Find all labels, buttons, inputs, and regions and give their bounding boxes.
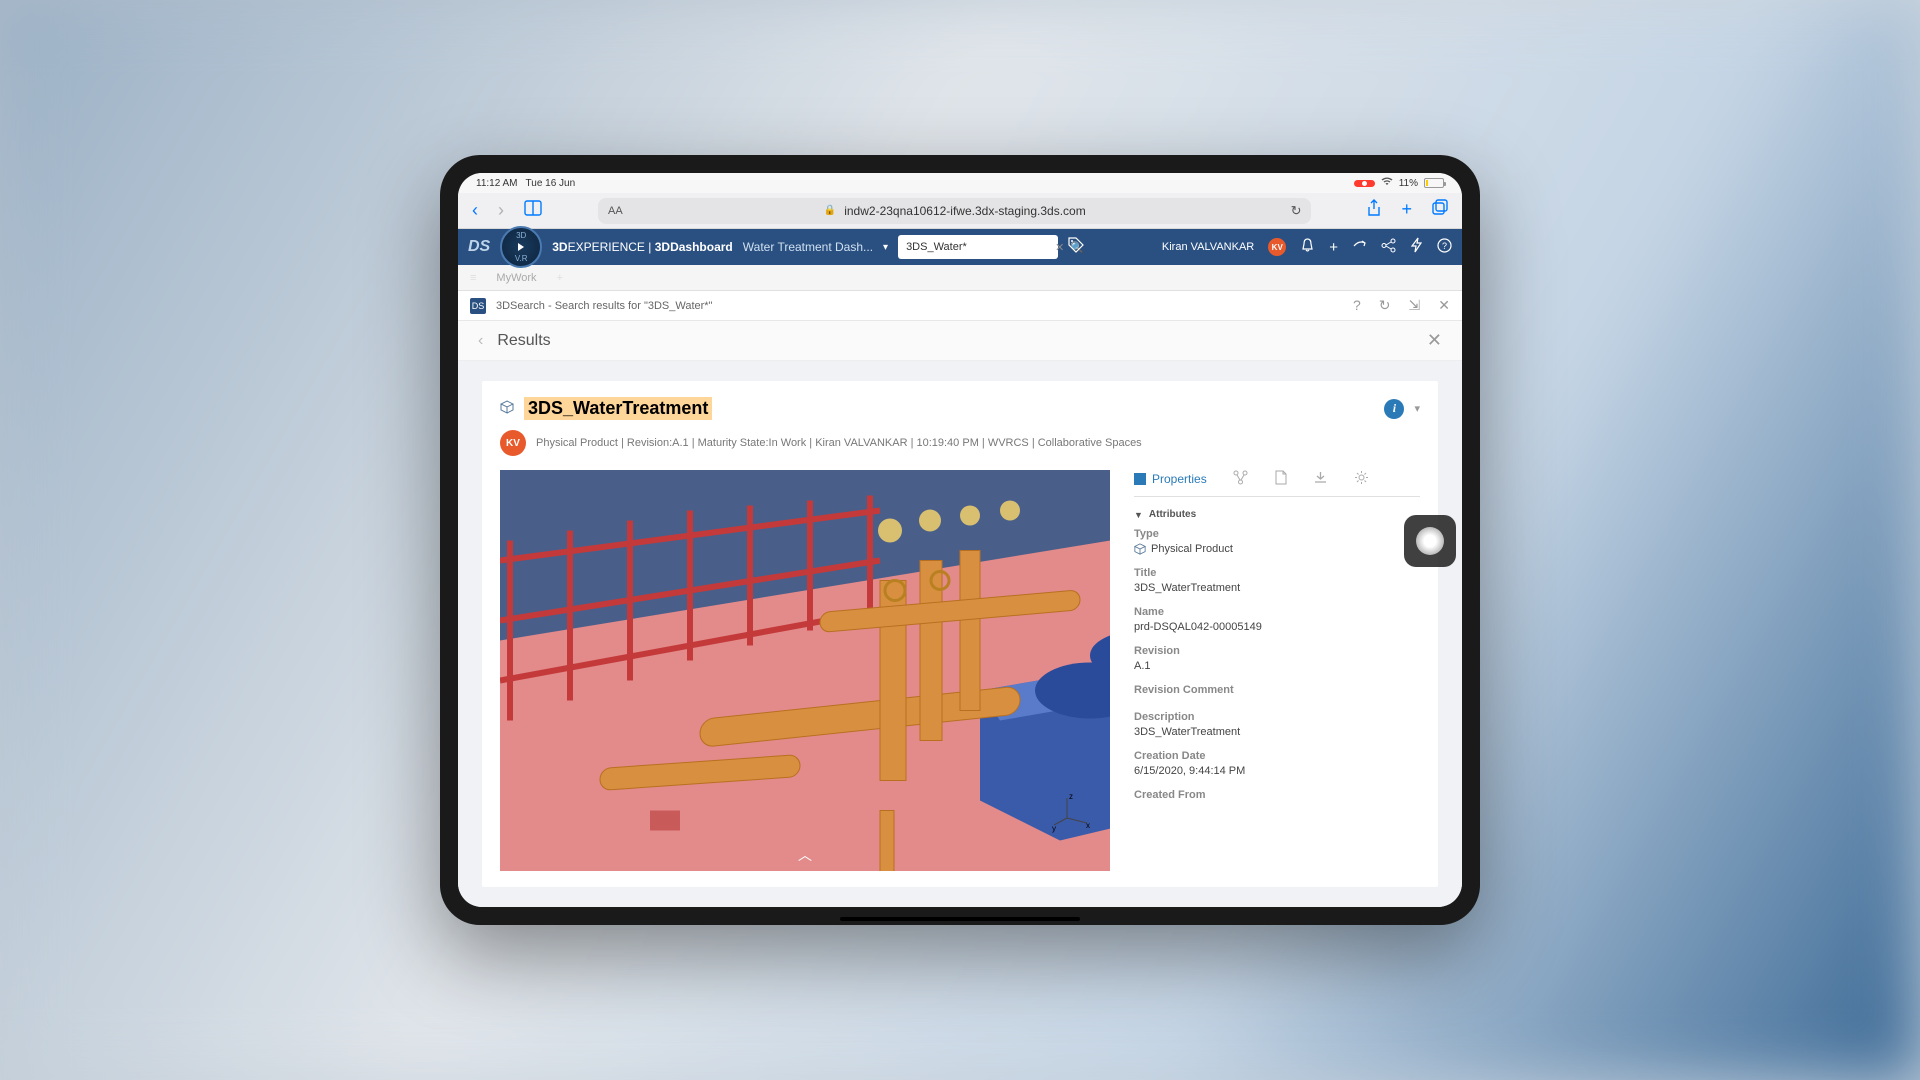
attr-cdate-label: Creation Date [1134, 750, 1420, 762]
lightning-icon[interactable] [1410, 237, 1423, 257]
results-close-icon[interactable]: ✕ [1427, 330, 1442, 351]
card-metadata: Physical Product | Revision:A.1 | Maturi… [536, 437, 1142, 449]
safari-toolbar: ‹ › AA 🔒 indw2-23qna10612-ifwe.3dx-stagi… [458, 193, 1462, 229]
brand-text: 3DEXPERIENCE | 3DDashboard [552, 240, 733, 254]
share-icon[interactable] [1367, 199, 1381, 222]
mywork-tab[interactable]: MyWork [496, 272, 536, 284]
axis-indicator: z x y [1052, 793, 1092, 835]
bookmarks-icon[interactable] [524, 200, 542, 221]
search-input[interactable] [902, 241, 1052, 253]
attr-revcomment-label: Revision Comment [1134, 684, 1420, 696]
tablet-frame: 11:12 AM Tue 16 Jun 11% ‹ › [440, 155, 1480, 925]
ds-logo-icon[interactable]: DS [468, 238, 490, 256]
refresh-panel-icon[interactable]: ↻ [1379, 297, 1391, 314]
tab-document-icon[interactable] [1274, 470, 1287, 488]
sec-item[interactable]: ≡ [470, 272, 476, 284]
properties-panel: Properties [1134, 470, 1420, 871]
search-results-header: DS 3DSearch - Search results for "3DS_Wa… [458, 291, 1462, 321]
help-icon[interactable]: ? [1437, 238, 1452, 257]
attr-revision-label: Revision [1134, 645, 1420, 657]
app-top-bar: DS 3DV.R 3DEXPERIENCE | 3DDashboard Wate… [458, 229, 1462, 265]
help-panel-icon[interactable]: ? [1353, 297, 1361, 314]
svg-text:?: ? [1442, 241, 1447, 251]
svg-text:x: x [1086, 821, 1090, 830]
attr-desc-value: 3DS_WaterTreatment [1134, 726, 1420, 738]
assistive-touch-button[interactable] [1404, 515, 1456, 567]
attr-name-label: Name [1134, 606, 1420, 618]
tab-settings-icon[interactable] [1354, 470, 1369, 488]
main-content: 3DS_WaterTreatment i ▾ KV Physical Produ… [458, 361, 1462, 907]
lock-icon: 🔒 [824, 205, 836, 216]
search-box[interactable]: ✕ 🔍 [898, 235, 1058, 259]
share-app-icon[interactable] [1352, 238, 1367, 257]
screen: 11:12 AM Tue 16 Jun 11% ‹ › [458, 173, 1462, 907]
search-header-title: 3DSearch - Search results for "3DS_Water… [496, 300, 712, 312]
secondary-bar: ≡ MyWork + [458, 265, 1462, 291]
search-app-icon: DS [470, 298, 486, 314]
ios-time: 11:12 AM [476, 178, 518, 189]
ios-date: Tue 16 Jun [526, 178, 576, 189]
svg-text:y: y [1052, 824, 1056, 833]
attr-title-label: Title [1134, 567, 1420, 579]
viewer-expand-icon[interactable]: ︿ [798, 845, 812, 865]
results-toolbar: ‹ Results ✕ [458, 321, 1462, 361]
attr-revision-value: A.1 [1134, 660, 1420, 672]
url-text: indw2-23qna10612-ifwe.3dx-staging.3ds.co… [844, 204, 1085, 218]
recording-indicator[interactable] [1354, 180, 1375, 187]
svg-text:z: z [1069, 793, 1073, 801]
user-avatar[interactable]: KV [1268, 238, 1286, 256]
notification-icon[interactable] [1300, 238, 1315, 257]
compass-icon[interactable]: 3DV.R [500, 226, 542, 268]
attr-type-label: Type [1134, 528, 1420, 540]
wifi-icon [1381, 177, 1393, 189]
reload-icon[interactable]: ↻ [1291, 203, 1302, 219]
sec-add[interactable]: + [557, 272, 563, 284]
address-bar[interactable]: AA 🔒 indw2-23qna10612-ifwe.3dx-staging.3… [598, 198, 1311, 224]
3d-viewer[interactable]: z x y ︿ [500, 470, 1110, 871]
results-title: Results [497, 332, 550, 350]
tag-icon[interactable] [1068, 237, 1084, 258]
user-name[interactable]: Kiran VALVANKAR [1162, 241, 1254, 253]
attr-name-value: prd-DSQAL042-00005149 [1134, 621, 1420, 633]
properties-grid-icon [1134, 473, 1146, 485]
close-panel-icon[interactable]: ✕ [1438, 297, 1450, 314]
tab-download-icon[interactable] [1313, 470, 1328, 488]
card-title: 3DS_WaterTreatment [524, 397, 712, 420]
back-icon[interactable]: ‹ [472, 200, 478, 221]
card-dropdown-icon[interactable]: ▾ [1414, 402, 1420, 415]
product-cube-icon [500, 400, 514, 417]
info-icon[interactable]: i [1384, 399, 1404, 419]
attr-type-value: Physical Product [1134, 543, 1420, 555]
dashboard-name[interactable]: Water Treatment Dash... [743, 240, 873, 254]
popout-panel-icon[interactable]: ⇲ [1409, 297, 1421, 314]
clear-search-icon[interactable]: ✕ [1052, 241, 1067, 254]
text-size-icon[interactable]: AA [608, 205, 623, 217]
network-share-icon[interactable] [1381, 238, 1396, 257]
dashboard-dropdown-icon[interactable]: ▾ [883, 242, 888, 253]
new-tab-icon[interactable]: + [1401, 199, 1412, 222]
ios-status-bar: 11:12 AM Tue 16 Jun 11% [458, 173, 1462, 193]
tab-properties[interactable]: Properties [1134, 472, 1207, 486]
add-icon[interactable]: + [1329, 239, 1338, 256]
tabs-icon[interactable] [1432, 199, 1448, 222]
owner-avatar: KV [500, 430, 526, 456]
attr-desc-label: Description [1134, 711, 1420, 723]
collapse-arrow-icon: ▼ [1134, 510, 1143, 520]
results-back-icon[interactable]: ‹ [478, 332, 483, 350]
forward-icon[interactable]: › [498, 200, 504, 221]
attr-cfrom-label: Created From [1134, 789, 1420, 801]
battery-icon [1424, 178, 1444, 188]
tab-relations-icon[interactable] [1233, 470, 1248, 488]
battery-percent: 11% [1399, 178, 1418, 189]
attr-title-value: 3DS_WaterTreatment [1134, 582, 1420, 594]
result-card: 3DS_WaterTreatment i ▾ KV Physical Produ… [482, 381, 1438, 887]
attributes-header[interactable]: ▼ Attributes [1134, 509, 1420, 520]
attr-cdate-value: 6/15/2020, 9:44:14 PM [1134, 765, 1420, 777]
